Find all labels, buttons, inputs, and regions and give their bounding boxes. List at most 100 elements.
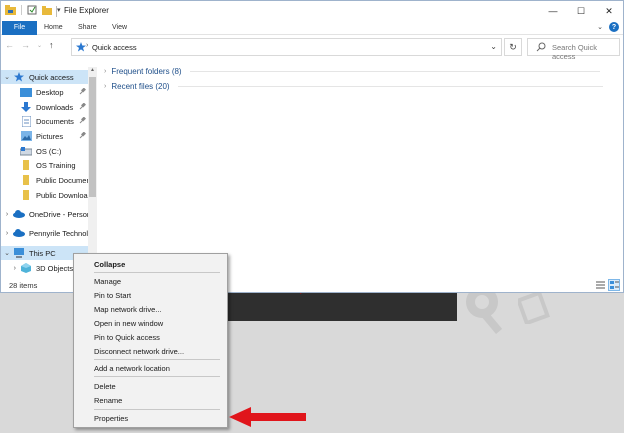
path-separator-chevron-icon: › — [86, 42, 89, 49]
new-folder-icon[interactable] — [42, 5, 52, 15]
nav-item-label: 3D Objects — [36, 263, 74, 273]
scroll-thumb[interactable] — [89, 77, 96, 197]
title-separator — [56, 6, 57, 17]
back-arrow-icon[interactable]: ← — [5, 40, 14, 50]
nav-item-label: OneDrive - Person — [29, 209, 88, 219]
nav-pane-scrollbar[interactable]: ▲ — [88, 67, 97, 277]
nav-item-pennyrile[interactable]: › Pennyrile Technol — [1, 226, 88, 240]
group-divider — [189, 70, 600, 72]
minimize-button[interactable]: — — [539, 1, 567, 21]
forward-arrow-icon[interactable]: → — [21, 40, 30, 50]
menu-item-pin-to-start[interactable]: Pin to Start — [75, 289, 226, 302]
close-button[interactable]: ✕ — [595, 1, 623, 21]
menu-separator — [94, 359, 220, 360]
tab-view[interactable]: View — [112, 21, 127, 35]
menu-item-map-network-drive[interactable]: Map network drive... — [75, 303, 226, 316]
nav-item-pictures[interactable]: Pictures — [1, 129, 88, 143]
menu-item-delete[interactable]: Delete — [75, 380, 226, 393]
document-icon — [518, 290, 551, 324]
cloud-icon — [13, 209, 25, 219]
nav-item-documents[interactable]: Documents — [1, 114, 88, 128]
search-icon — [536, 42, 546, 52]
view-buttons — [594, 279, 620, 291]
3d-objects-icon — [20, 263, 32, 273]
folder-icon[interactable] — [5, 5, 16, 15]
expand-chevron-icon[interactable]: › — [1, 230, 13, 237]
nav-item-label: Desktop — [36, 87, 64, 97]
pin-icon — [79, 87, 86, 97]
tab-share[interactable]: Share — [78, 21, 97, 35]
nav-item-onedrive[interactable]: › OneDrive - Person — [1, 207, 88, 221]
ribbon-right-controls: ⌄ ? — [597, 22, 619, 32]
details-view-icon — [595, 281, 605, 289]
pin-icon — [79, 116, 86, 126]
menu-item-pin-to-quick-access[interactable]: Pin to Quick access — [75, 331, 226, 344]
expand-chevron-icon[interactable]: › — [104, 83, 106, 90]
cloud-icon — [13, 228, 25, 238]
expand-chevron-icon[interactable]: › — [1, 211, 13, 218]
tab-home[interactable]: Home — [44, 21, 63, 35]
nav-item-label: This PC — [29, 248, 56, 258]
nav-item-public-documents[interactable]: Public Documen — [1, 173, 88, 187]
annotation-arrow-icon — [229, 407, 306, 427]
collapse-chevron-icon[interactable]: ⌄ — [1, 249, 13, 257]
recent-locations-chevron-icon[interactable]: ⌄ — [37, 42, 42, 49]
nav-item-public-downloads[interactable]: Public Downloa — [1, 188, 88, 202]
nav-item-os-training[interactable]: OS Training — [1, 158, 88, 172]
refresh-button[interactable]: ↻ — [504, 38, 522, 56]
group-recent-files[interactable]: › Recent files (20) — [104, 80, 603, 92]
menu-item-properties[interactable]: Properties — [75, 412, 226, 425]
expand-chevron-icon[interactable]: › — [1, 265, 20, 272]
nav-item-label: OS (C:) — [36, 146, 62, 156]
menu-item-manage[interactable]: Manage — [75, 275, 226, 288]
star-icon — [13, 72, 25, 82]
drive-icon — [20, 146, 32, 156]
nav-item-desktop[interactable]: Desktop — [1, 85, 88, 99]
nav-item-label: Public Documen — [36, 175, 88, 185]
maximize-button[interactable]: ☐ — [567, 1, 595, 21]
nav-item-downloads[interactable]: Downloads — [1, 100, 88, 114]
expand-chevron-icon[interactable]: › — [104, 68, 106, 75]
menu-separator — [94, 376, 220, 377]
menu-item-add-network-location[interactable]: Add a network location — [75, 362, 226, 375]
group-label: Frequent folders (8) — [111, 66, 182, 76]
folder-icon — [20, 190, 32, 200]
help-icon[interactable]: ? — [609, 22, 619, 32]
collapse-chevron-icon[interactable]: ⌄ — [1, 73, 13, 81]
properties-icon[interactable] — [27, 5, 37, 15]
details-view-button[interactable] — [594, 279, 606, 291]
menu-separator — [94, 272, 220, 273]
documents-folder-icon — [20, 115, 32, 127]
address-dropdown-chevron-icon[interactable]: ⌄ — [490, 42, 497, 51]
group-divider — [177, 85, 603, 87]
tab-file[interactable]: File — [2, 21, 37, 35]
menu-item-open-in-new-window[interactable]: Open in new window — [75, 317, 226, 330]
address-bar-row: ← → ⌄ ↑ › Quick access ⌄ ↻ Search Quick … — [1, 36, 623, 61]
pin-icon — [79, 102, 86, 112]
nav-item-label: Public Downloa — [36, 190, 88, 200]
search-input[interactable]: Search Quick access — [527, 38, 620, 61]
group-frequent-folders[interactable]: › Frequent folders (8) — [104, 65, 600, 77]
nav-item-os-c[interactable]: OS (C:) — [1, 144, 88, 158]
customize-toolbar-chevron-icon[interactable]: ▾ — [57, 6, 61, 14]
download-folder-icon — [20, 102, 32, 112]
large-icons-view-button[interactable] — [608, 279, 620, 291]
item-count: 28 items — [9, 281, 38, 290]
title-bar: ▾ File Explorer — ☐ ✕ — [1, 1, 623, 21]
menu-item-rename[interactable]: Rename — [75, 394, 226, 407]
nav-item-label: Pennyrile Technol — [29, 228, 88, 238]
up-arrow-icon[interactable]: ↑ — [49, 40, 54, 50]
folder-icon — [20, 175, 32, 185]
window-title: File Explorer — [64, 6, 109, 15]
scroll-up-icon[interactable]: ▲ — [88, 67, 97, 75]
window-controls: — ☐ ✕ — [539, 1, 623, 21]
pin-icon — [79, 131, 86, 141]
menu-item-disconnect-network-drive[interactable]: Disconnect network drive... — [75, 345, 226, 358]
expand-ribbon-chevron-icon[interactable]: ⌄ — [597, 23, 603, 31]
nav-item-quick-access[interactable]: ⌄ Quick access — [1, 70, 88, 84]
ribbon-tabs: File Home Share View ⌄ ? — [1, 21, 623, 35]
navigation-pane: ⌄ Quick access Desktop Downloads Documen… — [1, 67, 97, 277]
menu-item-collapse[interactable]: Collapse — [75, 258, 226, 271]
star-icon — [76, 42, 86, 52]
address-bar[interactable]: › Quick access ⌄ — [71, 38, 502, 56]
